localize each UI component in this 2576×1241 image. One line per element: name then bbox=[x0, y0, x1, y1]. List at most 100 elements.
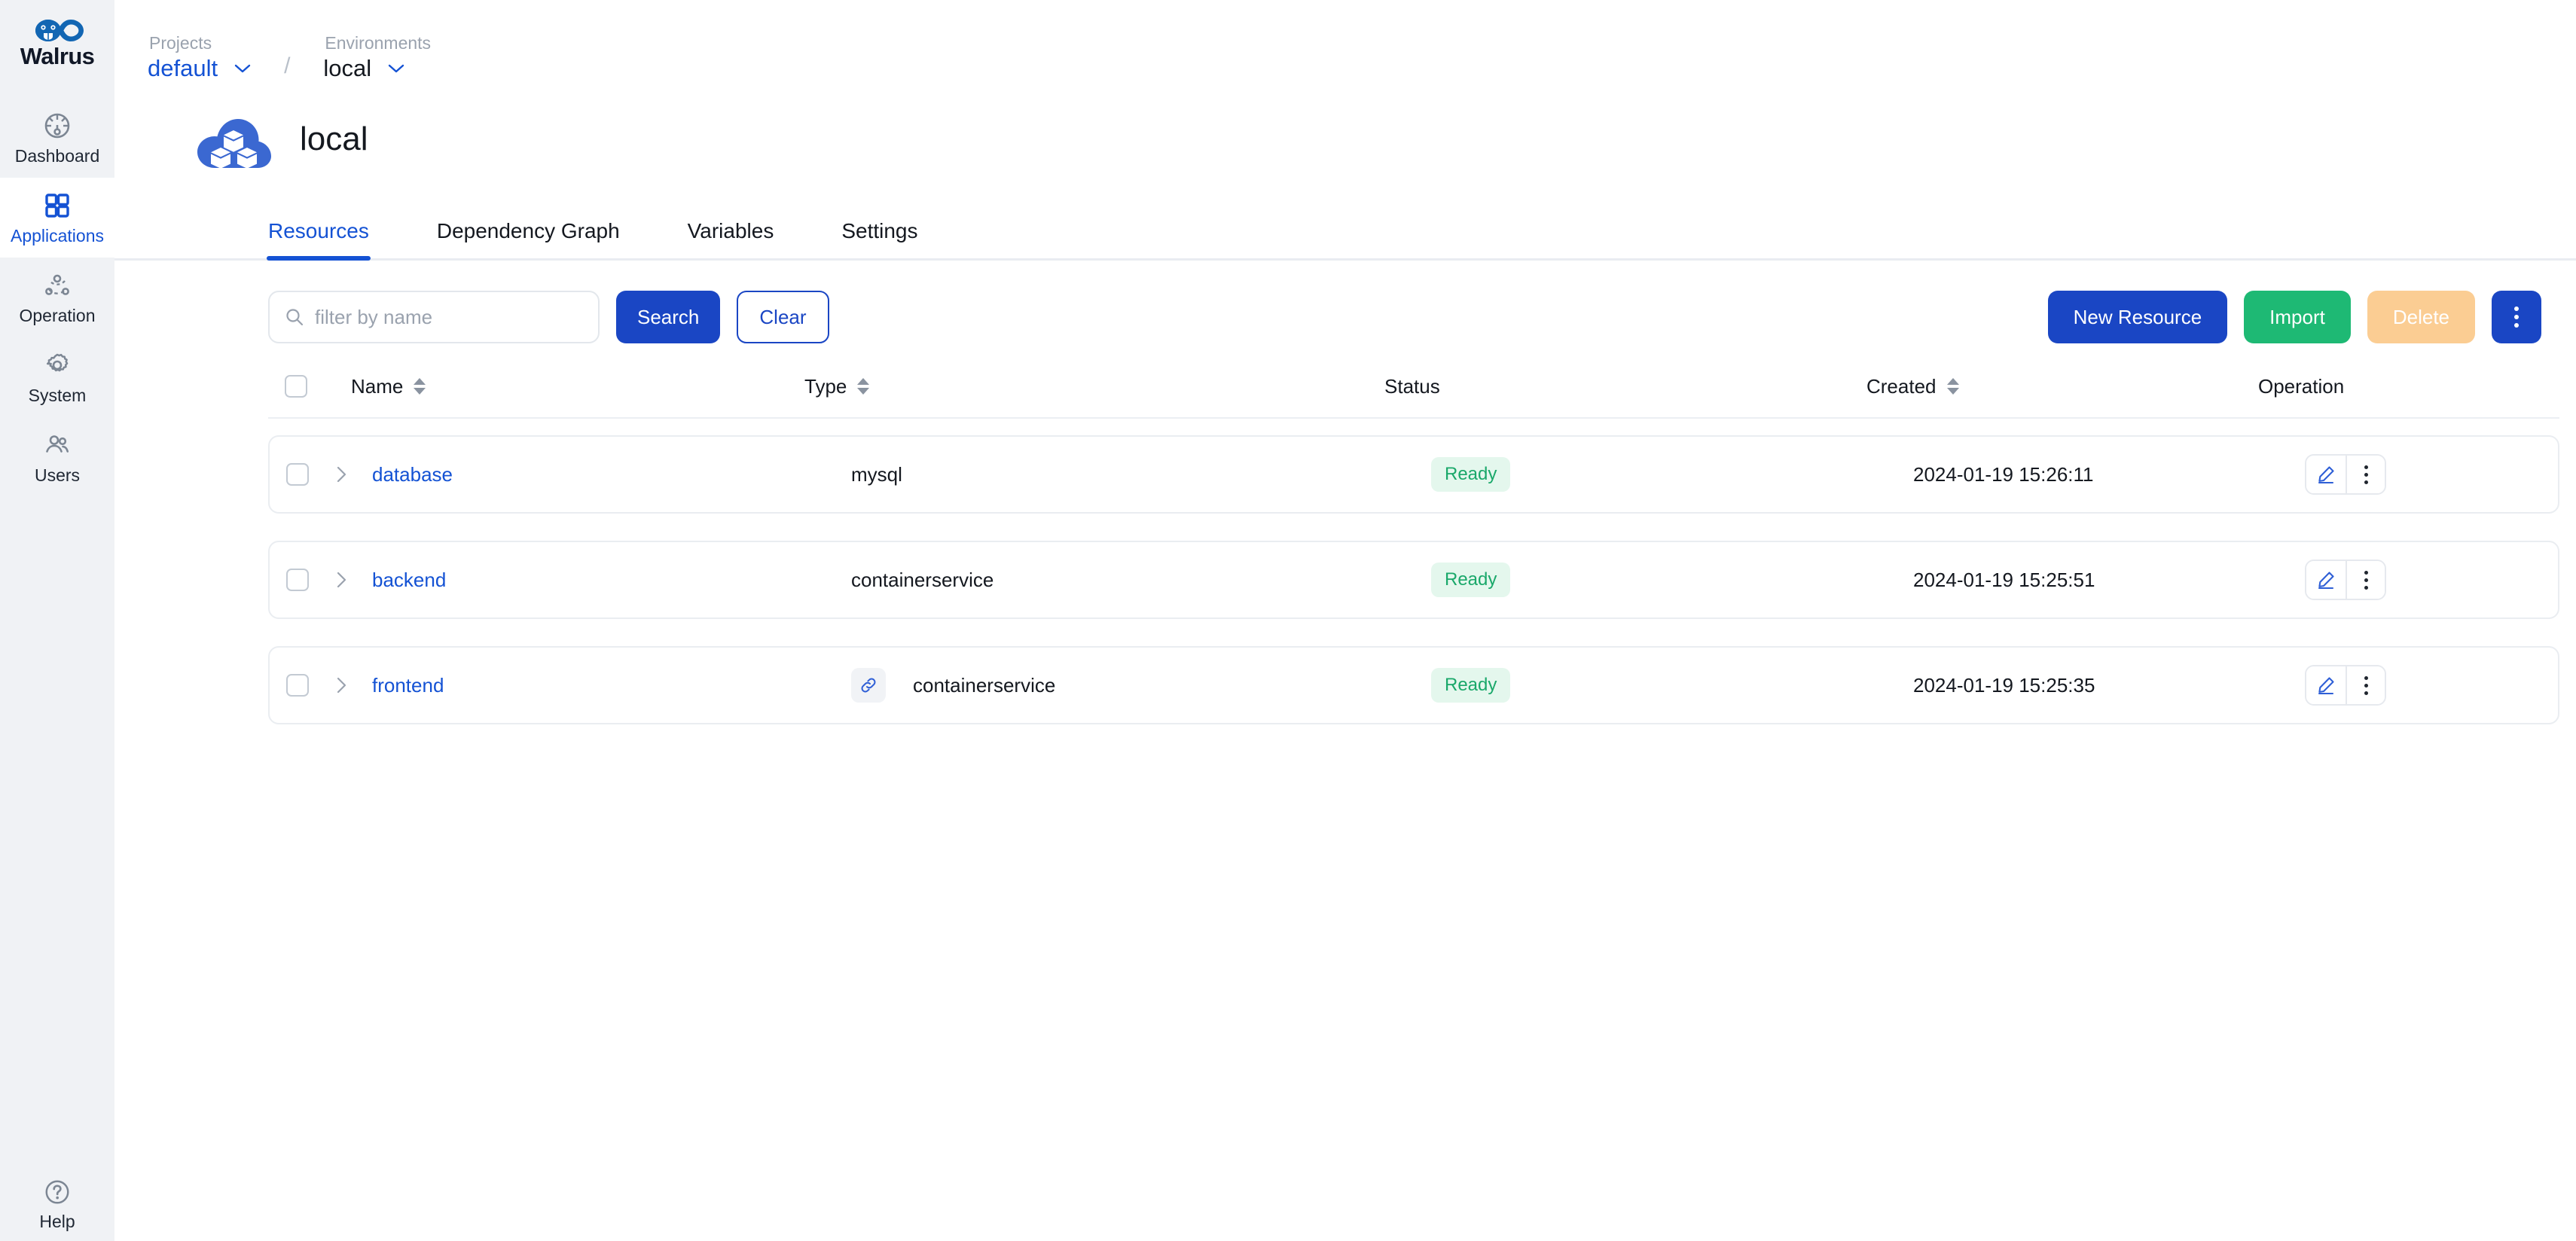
pencil-edit-icon bbox=[2318, 677, 2334, 695]
cell-status: Ready bbox=[1431, 668, 1913, 703]
sidebar-item-label: Users bbox=[34, 465, 81, 485]
sidebar-item-label: Applications bbox=[10, 226, 105, 245]
created-timestamp: 2024-01-19 15:26:11 bbox=[1913, 463, 2094, 486]
edit-row-button[interactable] bbox=[2306, 456, 2346, 493]
brand-name: Walrus bbox=[20, 42, 95, 69]
sidebar-item-dashboard[interactable]: Dashboard bbox=[0, 98, 114, 178]
clear-button[interactable]: Clear bbox=[737, 291, 829, 343]
breadcrumb-project: Projects default bbox=[148, 35, 251, 80]
row-checkbox[interactable] bbox=[286, 674, 309, 697]
sort-toggle-type[interactable] bbox=[857, 378, 870, 395]
nodes-network-icon bbox=[45, 274, 69, 295]
sidebar-item-operation[interactable]: Operation bbox=[0, 258, 114, 337]
new-resource-button[interactable]: New Resource bbox=[2047, 291, 2228, 343]
created-timestamp: 2024-01-19 15:25:35 bbox=[1913, 674, 2095, 697]
row-action-group bbox=[2305, 454, 2386, 495]
row-expand-toggle[interactable] bbox=[328, 675, 354, 695]
sort-toggle-name[interactable] bbox=[414, 378, 426, 395]
sidebar-item-help[interactable]: Help bbox=[0, 1178, 114, 1230]
resource-name-link[interactable]: frontend bbox=[372, 675, 444, 695]
sidebar-item-system[interactable]: System bbox=[0, 337, 114, 417]
toolbar: Search Clear New Resource Import Delete bbox=[114, 261, 2576, 343]
tab-bar: Resources Dependency Graph Variables Set… bbox=[114, 197, 2576, 261]
row-more-button[interactable] bbox=[2346, 561, 2385, 599]
tab-dependency-graph[interactable]: Dependency Graph bbox=[437, 221, 620, 258]
tab-variables[interactable]: Variables bbox=[688, 221, 774, 258]
chevron-right-icon bbox=[337, 466, 346, 483]
cell-operation bbox=[2305, 560, 2558, 600]
delete-button[interactable]: Delete bbox=[2367, 291, 2475, 343]
tab-resources[interactable]: Resources bbox=[267, 221, 371, 261]
sort-toggle-created[interactable] bbox=[1946, 378, 1959, 395]
row-more-button[interactable] bbox=[2346, 666, 2385, 704]
import-button[interactable]: Import bbox=[2244, 291, 2351, 343]
search-button[interactable]: Search bbox=[616, 291, 721, 343]
page-title: local bbox=[300, 120, 368, 157]
chevron-down-icon bbox=[234, 64, 251, 72]
tab-settings[interactable]: Settings bbox=[841, 221, 917, 258]
row-action-group bbox=[2305, 560, 2386, 600]
project-selector[interactable]: default bbox=[148, 56, 251, 80]
resource-type: containerservice bbox=[851, 569, 994, 591]
kebab-menu-icon bbox=[2364, 675, 2368, 695]
cell-status: Ready bbox=[1431, 563, 1913, 597]
status-badge: Ready bbox=[1431, 457, 1511, 492]
chevron-right-icon bbox=[337, 677, 346, 694]
resource-type: containerservice bbox=[913, 674, 1056, 697]
row-expand-toggle[interactable] bbox=[328, 570, 354, 590]
row-expand-toggle[interactable] bbox=[328, 465, 354, 484]
resource-name-link[interactable]: backend bbox=[372, 570, 446, 590]
row-more-button[interactable] bbox=[2346, 456, 2385, 493]
row-checkbox[interactable] bbox=[286, 463, 309, 486]
table-row[interactable]: frontend containerservice Ready 2024-01-… bbox=[268, 646, 2559, 724]
dashboard-gauge-icon bbox=[44, 113, 70, 139]
environment-selector-value: local bbox=[323, 55, 372, 81]
table-body: database mysql Ready 2024-01-19 15:26:11 bbox=[268, 435, 2559, 724]
column-header-label: Created bbox=[1866, 375, 1937, 398]
resource-link-button[interactable] bbox=[851, 668, 886, 703]
kebab-menu-icon bbox=[2364, 570, 2368, 590]
cell-type: containerservice bbox=[851, 570, 1431, 590]
search-input[interactable] bbox=[315, 305, 583, 329]
row-checkbox[interactable] bbox=[286, 569, 309, 591]
table-row[interactable]: backend containerservice Ready 2024-01-1… bbox=[268, 541, 2559, 619]
sidebar: Walrus Dashboard Applications Operation … bbox=[0, 0, 114, 1241]
cell-type: mysql bbox=[851, 465, 1431, 484]
column-header-name[interactable]: Name bbox=[307, 377, 804, 396]
sidebar-item-applications[interactable]: Applications bbox=[0, 178, 114, 258]
environment-selector[interactable]: local bbox=[323, 56, 431, 80]
sidebar-item-label: Help bbox=[39, 1212, 75, 1231]
sidebar-item-label: Operation bbox=[19, 306, 96, 325]
column-header-status: Status bbox=[1384, 377, 1866, 396]
cell-created: 2024-01-19 15:26:11 bbox=[1913, 465, 2305, 484]
select-all-checkbox[interactable] bbox=[285, 375, 307, 398]
resources-table: Name Type Status Created Operation datab… bbox=[114, 369, 2576, 724]
created-timestamp: 2024-01-19 15:25:51 bbox=[1913, 569, 2095, 591]
cell-status: Ready bbox=[1431, 457, 1913, 492]
table-row[interactable]: database mysql Ready 2024-01-19 15:26:11 bbox=[268, 435, 2559, 514]
edit-row-button[interactable] bbox=[2306, 561, 2346, 599]
edit-row-button[interactable] bbox=[2306, 666, 2346, 704]
page-header: local bbox=[114, 80, 2576, 178]
sidebar-nav: Dashboard Applications Operation System … bbox=[0, 98, 114, 497]
brand-logo[interactable]: Walrus bbox=[0, 0, 114, 84]
sidebar-item-users[interactable]: Users bbox=[0, 417, 114, 497]
more-actions-button[interactable] bbox=[2492, 291, 2541, 343]
chevron-right-icon bbox=[337, 572, 346, 588]
breadcrumb-separator: / bbox=[284, 53, 291, 78]
chevron-down-icon bbox=[388, 64, 404, 72]
toolbar-actions: New Resource Import Delete bbox=[2047, 291, 2541, 343]
sidebar-item-label: System bbox=[28, 386, 87, 405]
resource-name-link[interactable]: database bbox=[372, 465, 453, 484]
column-header-label: Status bbox=[1384, 375, 1440, 398]
link-chain-icon bbox=[861, 678, 876, 693]
search-icon bbox=[286, 309, 304, 326]
column-header-created[interactable]: Created bbox=[1866, 377, 2258, 396]
app-root: Walrus Dashboard Applications Operation … bbox=[0, 0, 2576, 1241]
search-box[interactable] bbox=[268, 291, 600, 343]
column-header-type[interactable]: Type bbox=[804, 377, 1384, 396]
cell-created: 2024-01-19 15:25:51 bbox=[1913, 570, 2305, 590]
breadcrumb-project-caption: Projects bbox=[149, 33, 212, 53]
resource-type: mysql bbox=[851, 463, 902, 486]
breadcrumb: Projects default / Environments local bbox=[114, 0, 2576, 81]
